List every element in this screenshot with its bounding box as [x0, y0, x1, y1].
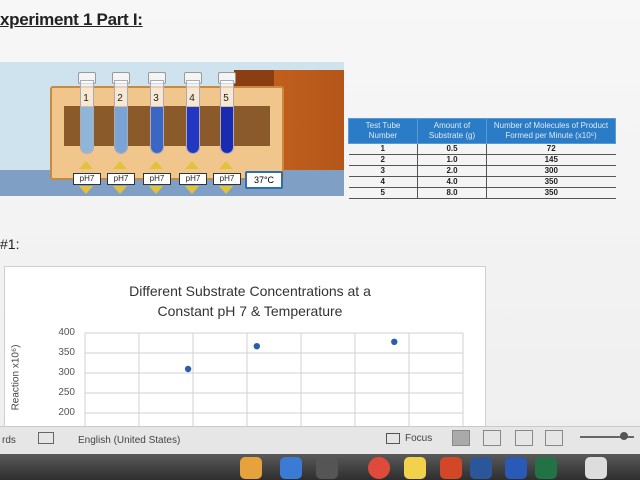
test-tube-4[interactable] [186, 80, 200, 154]
ph-label: pH7 [143, 173, 171, 185]
data-point[interactable] [391, 338, 398, 345]
table-cell: 1 [348, 143, 418, 155]
table-row: 3 2.0 300 [348, 165, 616, 177]
rack-inner [64, 106, 270, 146]
document-page: xperiment 1 Part I: 1 pH7 2 pH7 3 pH7 4 pH7 5 pH7… [0, 0, 640, 440]
table-row: 1 0.5 72 [348, 143, 616, 155]
status-word-count[interactable]: rds [2, 435, 16, 446]
data-point[interactable] [253, 343, 261, 350]
ph-label: pH7 [107, 173, 135, 185]
chart-container[interactable]: Different Substrate Concentrations at a … [4, 266, 486, 438]
web-layout-icon[interactable] [515, 430, 533, 446]
table-cell: 0.5 [417, 143, 487, 155]
proofing-icon[interactable] [38, 432, 54, 444]
app-icon-1[interactable] [240, 457, 262, 479]
read-mode-icon[interactable] [452, 430, 470, 446]
stickies-icon[interactable] [404, 457, 426, 479]
word-icon[interactable] [470, 457, 492, 479]
preview-icon[interactable] [585, 457, 607, 479]
document-heading: xperiment 1 Part I: [0, 10, 143, 29]
ph-up-arrow-icon[interactable] [79, 161, 93, 169]
temperature-display[interactable]: 37°C [245, 171, 283, 189]
table-cell: 350 [486, 176, 616, 188]
chrome-icon[interactable] [368, 457, 390, 479]
tube-liquid [115, 107, 127, 153]
table-row: 5 8.0 350 [348, 187, 616, 199]
table-cell: 350 [486, 187, 616, 199]
zoom-slider-thumb[interactable] [620, 432, 628, 440]
table-header-substrate: Amount of Substrate (g) [417, 118, 487, 144]
tube-liquid [151, 107, 163, 153]
results-table: Test Tube Number Amount of Substrate (g)… [348, 118, 616, 199]
table-cell: 2 [348, 154, 418, 166]
excel-icon[interactable] [535, 457, 557, 479]
test-tube-2[interactable] [114, 80, 128, 154]
table-cell: 8.0 [417, 187, 487, 199]
tube-number: 4 [189, 93, 195, 104]
table-row: 4 4.0 350 [348, 176, 616, 188]
ph-up-arrow-icon[interactable] [149, 161, 163, 169]
app-icon-2[interactable] [280, 457, 302, 479]
tube-number: 5 [223, 93, 229, 104]
table-cell: 2.0 [417, 165, 487, 177]
table-row: 2 1.0 145 [348, 154, 616, 166]
tube-number: 2 [117, 93, 123, 104]
focus-button[interactable]: Focus [405, 433, 432, 444]
question-label: #1: [0, 236, 20, 252]
test-tube-1[interactable] [80, 80, 94, 154]
ph-down-arrow-icon[interactable] [219, 186, 233, 194]
ph-label: pH7 [179, 173, 207, 185]
outline-icon[interactable] [545, 430, 563, 446]
print-layout-icon[interactable] [483, 430, 501, 446]
table-cell: 3 [348, 165, 418, 177]
table-header-tube: Test Tube Number [348, 118, 418, 144]
app-icon-q[interactable] [505, 457, 527, 479]
ph-label: pH7 [73, 173, 101, 185]
tube-number: 1 [83, 93, 89, 104]
ph-up-arrow-icon[interactable] [185, 161, 199, 169]
ph-label: pH7 [213, 173, 241, 185]
table-cell: 5 [348, 187, 418, 199]
language-indicator[interactable]: English (United States) [78, 435, 180, 446]
tube-liquid [221, 107, 233, 153]
table-cell: 4 [348, 176, 418, 188]
test-tube-5[interactable] [220, 80, 234, 154]
tube-liquid [187, 107, 199, 153]
ph-down-arrow-icon[interactable] [113, 186, 127, 194]
table-cell: 1.0 [417, 154, 487, 166]
table-cell: 4.0 [417, 176, 487, 188]
ph-down-arrow-icon[interactable] [185, 186, 199, 194]
table-cell: 72 [486, 143, 616, 155]
ph-down-arrow-icon[interactable] [149, 186, 163, 194]
dock [0, 454, 640, 480]
chart-plot-area [84, 332, 464, 434]
tube-number: 3 [153, 93, 159, 104]
table-cell: 145 [486, 154, 616, 166]
data-point[interactable] [184, 365, 192, 373]
status-bar: rds English (United States) Focus [0, 426, 640, 455]
table-cell: 300 [486, 165, 616, 177]
ph-up-arrow-icon[interactable] [113, 161, 127, 169]
ph-down-arrow-icon[interactable] [79, 186, 93, 194]
ph-up-arrow-icon[interactable] [219, 161, 233, 169]
test-tube-3[interactable] [150, 80, 164, 154]
tube-liquid [81, 107, 93, 153]
powerpoint-icon[interactable] [440, 457, 462, 479]
app-icon-3[interactable] [316, 457, 338, 479]
focus-icon[interactable] [386, 433, 400, 444]
table-header-molecules: Number of Molecules of Product Formed pe… [486, 118, 616, 144]
